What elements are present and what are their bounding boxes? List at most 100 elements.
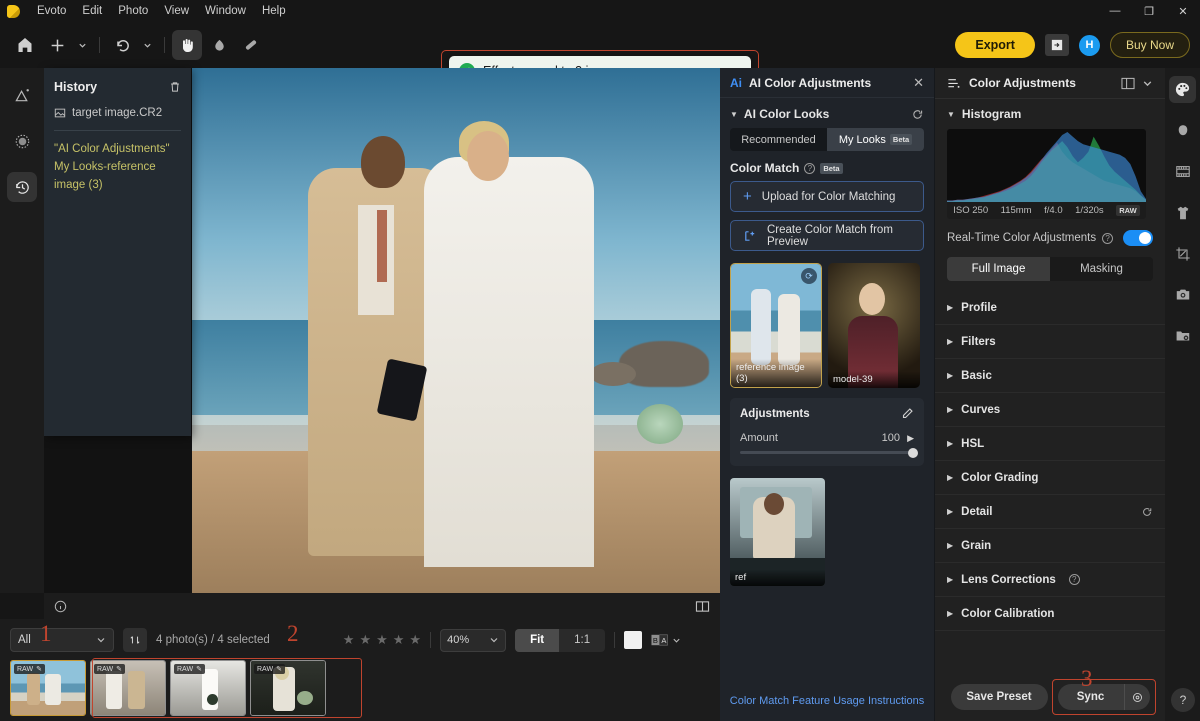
- amount-slider[interactable]: [740, 447, 918, 458]
- look-card-model-39[interactable]: model-39: [828, 263, 920, 388]
- close-icon[interactable]: ✕: [913, 75, 924, 91]
- sync-button[interactable]: Sync: [1057, 684, 1150, 710]
- undo-chevron-down-icon[interactable]: [139, 30, 155, 60]
- menu-view[interactable]: View: [156, 3, 197, 19]
- export-button[interactable]: Export: [955, 32, 1035, 58]
- ref-preview-card[interactable]: ref: [730, 478, 825, 586]
- star-icon-4[interactable]: ★: [393, 632, 405, 648]
- question-icon[interactable]: ?: [1102, 232, 1114, 244]
- star-icon-3[interactable]: ★: [376, 632, 388, 648]
- section-color-calibration[interactable]: ▶ Color Calibration: [935, 597, 1165, 631]
- section-hsl[interactable]: ▶ HSL: [935, 427, 1165, 461]
- create-color-match-button[interactable]: Create Color Match from Preview: [730, 220, 924, 251]
- tab-my-looks[interactable]: My Looks Beta: [827, 128, 924, 151]
- color-adjustments-panel: Color Adjustments ▼ Histogram ISO 250 11…: [935, 68, 1165, 721]
- section-filters[interactable]: ▶ Filters: [935, 325, 1165, 359]
- retouch-icon[interactable]: [7, 126, 37, 156]
- info-icon[interactable]: [54, 600, 67, 613]
- menu-help[interactable]: Help: [254, 3, 294, 19]
- save-preset-button[interactable]: Save Preset: [950, 684, 1048, 710]
- share-export-icon[interactable]: [1044, 34, 1069, 56]
- history-icon[interactable]: [7, 172, 37, 202]
- star-rating[interactable]: ★ ★ ★ ★ ★: [343, 632, 421, 648]
- star-icon-1[interactable]: ★: [343, 632, 355, 648]
- before-after-icon[interactable]: BA: [651, 634, 681, 646]
- hand-tool-icon[interactable]: [172, 30, 202, 60]
- amount-slider-knob[interactable]: [908, 447, 918, 458]
- background-color-swatch[interactable]: [624, 631, 643, 649]
- realtime-toggle[interactable]: [1123, 230, 1153, 246]
- section-basic[interactable]: ▶ Basic: [935, 359, 1165, 393]
- background-icon[interactable]: [1169, 158, 1196, 185]
- section-profile[interactable]: ▶ Profile: [935, 291, 1165, 325]
- ai-color-looks-header[interactable]: ▼ AI Color Looks: [720, 98, 934, 128]
- histogram-header[interactable]: ▼ Histogram: [947, 107, 1153, 121]
- tab-full-image[interactable]: Full Image: [947, 257, 1050, 281]
- avatar[interactable]: H: [1078, 34, 1100, 56]
- tab-recommended[interactable]: Recommended: [730, 128, 827, 151]
- undo-arrow-icon[interactable]: [107, 30, 137, 60]
- thumbnail-item-1[interactable]: RAW ✎: [90, 660, 166, 716]
- section-detail[interactable]: ▶ Detail: [935, 495, 1165, 529]
- panel-footer: Save Preset Sync: [935, 673, 1165, 721]
- refresh-icon[interactable]: ⟳: [801, 268, 817, 284]
- upload-color-matching-button[interactable]: + Upload for Color Matching: [730, 181, 924, 212]
- amount-row: Amount 100 ▶: [740, 432, 914, 444]
- color-match-instructions-link[interactable]: Color Match Feature Usage Instructions: [720, 695, 934, 707]
- zoom-select[interactable]: 40%: [440, 628, 507, 652]
- history-file-row[interactable]: target image.CR2: [54, 107, 181, 119]
- tab-masking[interactable]: Masking: [1050, 257, 1153, 281]
- add-icon[interactable]: [42, 30, 72, 60]
- gear-icon[interactable]: [1123, 684, 1150, 710]
- camera-icon[interactable]: [1169, 281, 1196, 308]
- history-entry-1[interactable]: My Looks-reference image (3): [54, 159, 181, 195]
- dodge-burn-icon[interactable]: [204, 30, 234, 60]
- question-icon[interactable]: ?: [1068, 574, 1080, 585]
- help-button[interactable]: ?: [1171, 688, 1195, 712]
- star-icon-2[interactable]: ★: [359, 632, 371, 648]
- color-palette-icon[interactable]: [1169, 76, 1196, 103]
- star-icon-5[interactable]: ★: [409, 632, 421, 648]
- reset-icon[interactable]: [911, 108, 924, 121]
- reset-icon[interactable]: [1141, 506, 1153, 518]
- history-entry-0[interactable]: "AI Color Adjustments": [54, 141, 181, 159]
- section-color-grading[interactable]: ▶ Color Grading: [935, 461, 1165, 495]
- section-grain[interactable]: ▶ Grain: [935, 529, 1165, 563]
- healing-brush-icon[interactable]: [236, 30, 266, 60]
- compare-view-icon[interactable]: [695, 600, 710, 613]
- menu-edit[interactable]: Edit: [74, 3, 110, 19]
- home-icon[interactable]: [10, 30, 40, 60]
- edit-pencil-icon[interactable]: [901, 407, 914, 420]
- filmstrip-divider-2: [614, 632, 616, 648]
- menu-window[interactable]: Window: [197, 3, 254, 19]
- menu-photo[interactable]: Photo: [110, 3, 156, 19]
- one-to-one-button[interactable]: 1:1: [559, 629, 605, 652]
- sort-icon[interactable]: [123, 628, 147, 652]
- crop-icon[interactable]: [1169, 240, 1196, 267]
- folder-eye-icon[interactable]: [1169, 322, 1196, 349]
- thumbnail-item-3[interactable]: RAW ✎: [250, 660, 326, 716]
- raw-badge-2: RAW ✎: [174, 664, 205, 674]
- trash-icon[interactable]: [169, 81, 181, 93]
- section-lens-corrections[interactable]: ▶ Lens Corrections ?: [935, 563, 1165, 597]
- clothing-icon[interactable]: [1169, 199, 1196, 226]
- menu-evoto[interactable]: Evoto: [29, 3, 74, 19]
- question-icon[interactable]: ?: [804, 162, 816, 174]
- face-retouch-icon[interactable]: [1169, 117, 1196, 144]
- filter-select[interactable]: All: [10, 628, 114, 652]
- thumbnail-item-2[interactable]: RAW ✎: [170, 660, 246, 716]
- look-card-reference-image[interactable]: ⟳ reference image (3): [730, 263, 822, 388]
- section-curves[interactable]: ▶ Curves: [935, 393, 1165, 427]
- chevron-down-icon[interactable]: [1142, 78, 1153, 89]
- maximize-icon[interactable]: ❐: [1132, 0, 1166, 22]
- buy-now-button[interactable]: Buy Now: [1109, 32, 1190, 58]
- add-chevron-down-icon[interactable]: [74, 30, 90, 60]
- panel-layout-icon[interactable]: [1121, 77, 1135, 90]
- fit-button[interactable]: Fit: [515, 628, 560, 652]
- amount-value[interactable]: 100: [882, 432, 900, 444]
- close-icon[interactable]: ✕: [1166, 0, 1200, 22]
- image-adjust-icon[interactable]: [7, 80, 37, 110]
- minimize-icon[interactable]: —: [1098, 0, 1132, 22]
- thumbnail-item-0[interactable]: RAW ✎: [10, 660, 86, 716]
- play-caret-icon[interactable]: ▶: [907, 433, 914, 443]
